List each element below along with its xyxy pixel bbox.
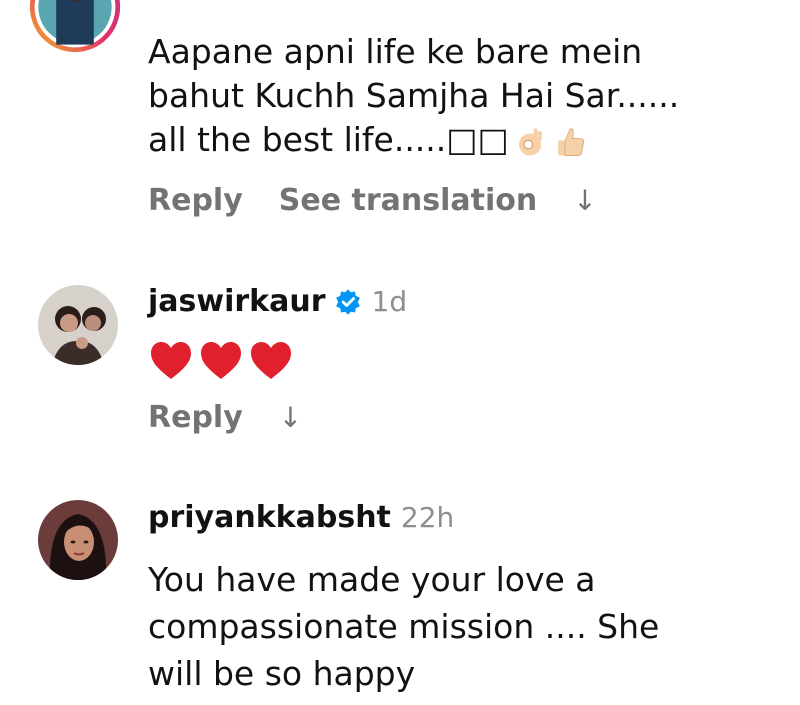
username-link[interactable]: jaswirkaur bbox=[148, 284, 326, 319]
reply-button[interactable]: Reply bbox=[148, 400, 243, 435]
down-arrow-icon[interactable]: ↓ bbox=[573, 184, 596, 217]
comment-body: Aapane apni life ke bare mein bahut Kuch… bbox=[148, 32, 680, 159]
comment-header: jaswirkaur 1d bbox=[148, 284, 407, 319]
heart-icon bbox=[151, 342, 191, 379]
see-translation-button[interactable]: See translation bbox=[279, 183, 537, 218]
comment-actions: Reply ↓ bbox=[148, 400, 302, 435]
ok-hand-icon bbox=[518, 127, 542, 156]
comment-emojis bbox=[148, 338, 294, 384]
heart-icon bbox=[201, 342, 241, 379]
verified-badge-icon bbox=[335, 288, 360, 315]
comment-actions: Reply See translation ↓ bbox=[148, 183, 597, 218]
jaswirkaur-avatar[interactable] bbox=[38, 285, 118, 365]
comment-emojis bbox=[513, 125, 587, 159]
thumbs-up-icon bbox=[557, 127, 584, 156]
reply-button[interactable]: Reply bbox=[148, 183, 243, 218]
comment-header: priyankkabsht 22h bbox=[148, 500, 454, 535]
comment-time: 1d bbox=[371, 285, 408, 318]
priyankkabsht-avatar[interactable] bbox=[38, 500, 118, 580]
username-link[interactable]: priyankkabsht bbox=[148, 500, 391, 535]
heart-icon bbox=[251, 342, 291, 379]
commenter-avatar[interactable] bbox=[28, 0, 122, 54]
comment-text: You have made your love a compassionate … bbox=[148, 560, 660, 693]
down-arrow-icon[interactable]: ↓ bbox=[279, 401, 302, 434]
comment-time: 22h bbox=[400, 501, 455, 534]
comment-text: Aapane apni life ke bare mein bahut Kuch… bbox=[148, 30, 788, 162]
